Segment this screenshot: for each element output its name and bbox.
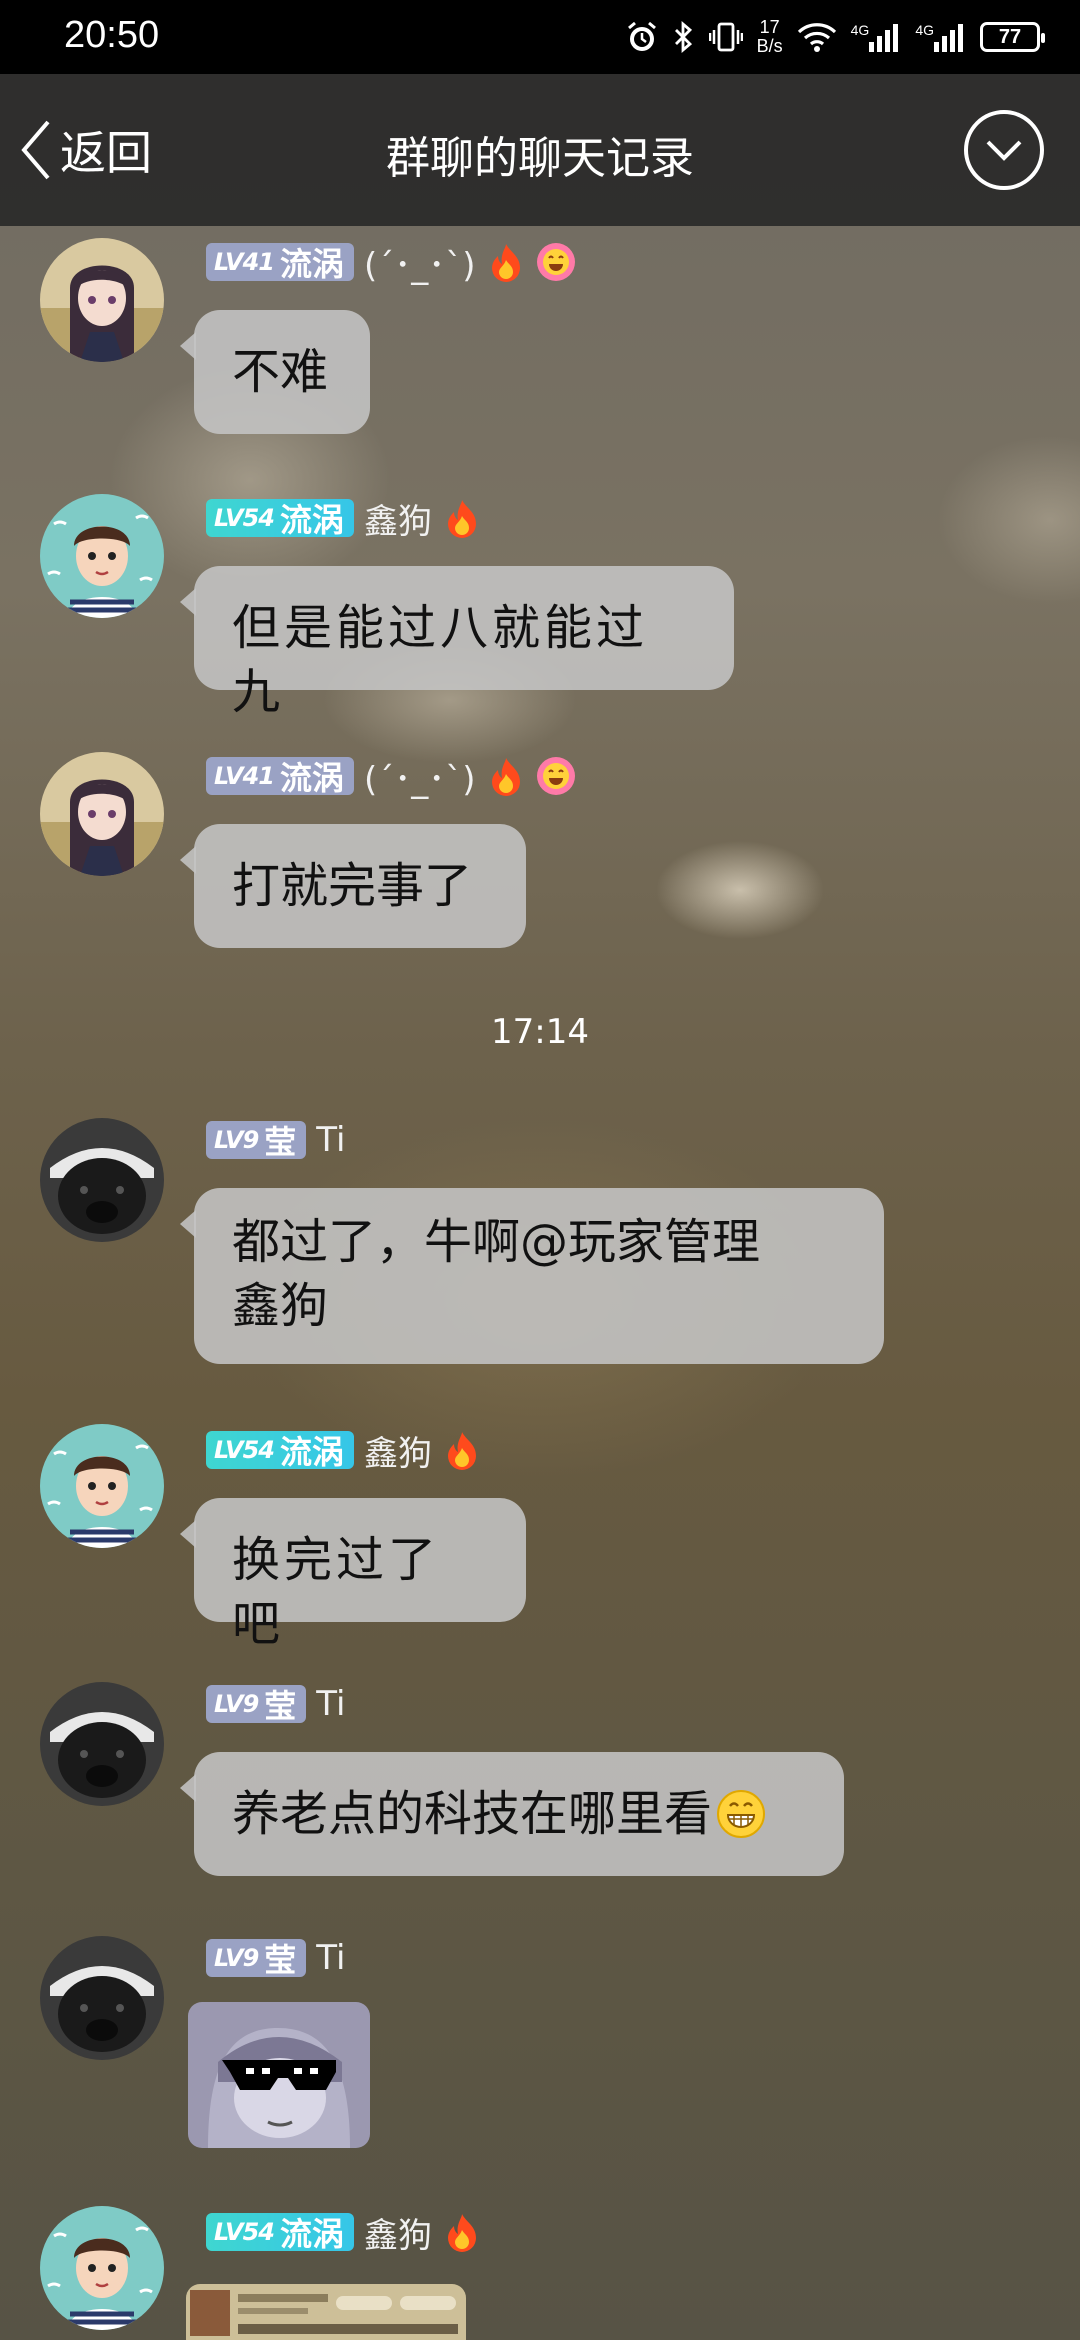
- avatar-honey-badger[interactable]: [40, 1118, 164, 1242]
- signal-bars-icon: [869, 24, 899, 52]
- smiley-badge-icon: [536, 243, 575, 281]
- battery-indicator: 77: [980, 22, 1045, 52]
- avatar-honey-badger[interactable]: [40, 1682, 164, 1806]
- avatar-cartoon-boy[interactable]: [40, 494, 164, 618]
- message-bubble[interactable]: 打就完事了: [180, 824, 526, 948]
- level-number: LV41: [214, 248, 275, 276]
- message-bubble[interactable]: 养老点的科技在哪里看: [180, 1752, 844, 1876]
- sender-nickname: 鑫狗: [363, 2215, 432, 2256]
- net-speed-unit: B/s: [756, 36, 783, 56]
- avatar-anime-girl[interactable]: [40, 238, 164, 362]
- level-badge: LV41 流涡: [206, 243, 354, 283]
- level-badge: LV9 莹: [206, 1121, 307, 1161]
- sender-meta: LV9 莹 Ti: [206, 1936, 345, 1980]
- level-number: LV54: [214, 504, 275, 532]
- member-title: 流涡: [279, 2215, 344, 2253]
- time-divider: 17:14: [491, 1012, 589, 1052]
- signal-1-label: 4G: [850, 22, 870, 38]
- sender-nickname: 鑫狗: [363, 1433, 432, 1474]
- avatar-cartoon-boy[interactable]: [40, 2206, 164, 2330]
- level-badge: LV41 流涡: [206, 757, 354, 797]
- status-time: 20:50: [64, 14, 160, 56]
- level-badge: LV54 流涡: [206, 499, 354, 539]
- member-title: 流涡: [279, 759, 344, 797]
- wifi-icon: [797, 23, 836, 52]
- sender-meta: LV41 流涡 (´･_･`): [206, 240, 576, 286]
- sender-meta: LV54 流涡 鑫狗: [206, 2210, 482, 2256]
- avatar-cartoon-boy[interactable]: [40, 1424, 164, 1548]
- message-bubble[interactable]: 都过了，牛啊@玩家管理 鑫狗: [180, 1188, 884, 1364]
- level-badge: LV9 莹: [206, 1939, 307, 1979]
- sticker-image[interactable]: [188, 2002, 370, 2148]
- level-number: LV54: [214, 1436, 275, 1464]
- sender-nickname: Ti: [316, 1684, 346, 1724]
- net-speed: 17 B/s: [757, 18, 783, 56]
- member-title: 莹: [264, 1687, 297, 1725]
- level-number: LV9: [214, 1944, 259, 1972]
- signal-2: 4G: [915, 22, 966, 52]
- message-text-line: 都过了，牛啊@玩家管理: [232, 1214, 761, 1270]
- grinning-emoji-icon: [717, 1790, 766, 1838]
- sender-nickname: 鑫狗: [363, 501, 432, 542]
- chevron-down-icon: [986, 140, 1022, 161]
- signal-1: 4G: [851, 22, 902, 52]
- chat-header: 返回 群聊的聊天记录: [0, 74, 1080, 226]
- level-badge: LV54 流涡: [206, 2213, 354, 2253]
- fire-icon: [447, 1432, 476, 1470]
- fire-icon: [491, 244, 520, 282]
- sender-nickname: (´･_･`): [363, 245, 476, 286]
- avatar-honey-badger[interactable]: [40, 1936, 164, 2060]
- net-speed-value: 17: [759, 17, 780, 37]
- status-bar: 20:50 17 B/s 4G 4G 77: [0, 0, 1080, 74]
- page-title: 群聊的聊天记录: [386, 133, 694, 184]
- sender-nickname: Ti: [316, 1938, 346, 1978]
- fire-icon: [447, 2214, 476, 2252]
- level-number: LV41: [214, 762, 275, 790]
- sender-meta: LV9 莹 Ti: [206, 1118, 345, 1162]
- alarm-icon: [627, 21, 656, 51]
- fire-icon: [491, 758, 520, 796]
- level-badge: LV9 莹: [206, 1685, 307, 1725]
- status-icons: 17 B/s 4G 4G 77: [625, 14, 1045, 60]
- signal-2-label: 4G: [915, 22, 934, 38]
- level-badge: LV54 流涡: [206, 1431, 354, 1471]
- avatar-anime-girl[interactable]: [40, 752, 164, 876]
- level-number: LV54: [214, 2218, 275, 2246]
- vibrate-icon: [708, 22, 743, 52]
- sender-meta: LV54 流涡 鑫狗: [206, 1428, 482, 1474]
- smiley-badge-icon: [536, 757, 575, 795]
- member-title: 流涡: [279, 1433, 344, 1471]
- fire-icon: [447, 500, 476, 538]
- message-bubble[interactable]: 但是能过八就能过九: [180, 566, 734, 720]
- menu-dropdown-button[interactable]: [964, 110, 1044, 190]
- sender-meta: LV9 莹 Ti: [206, 1682, 345, 1726]
- sender-nickname: (´･_･`): [363, 759, 476, 800]
- member-title: 流涡: [279, 501, 344, 539]
- signal-bars-icon: [934, 24, 963, 52]
- message-text-line: 鑫狗: [232, 1278, 329, 1334]
- sender-meta: LV54 流涡 鑫狗: [206, 496, 482, 542]
- sender-meta: LV41 流涡 (´･_･`): [206, 754, 576, 800]
- member-title: 莹: [264, 1123, 297, 1161]
- level-number: LV9: [214, 1690, 259, 1718]
- sender-nickname: Ti: [316, 1120, 346, 1160]
- bluetooth-icon: [674, 20, 692, 54]
- message-bubble[interactable]: 换完过了吧: [180, 1498, 526, 1652]
- member-title: 莹: [264, 1941, 297, 1979]
- message-text: 养老点的科技在哪里看: [232, 1786, 713, 1842]
- screenshot-image[interactable]: [186, 2284, 466, 2340]
- message-bubble[interactable]: 不难: [180, 310, 370, 434]
- member-title: 流涡: [279, 245, 344, 283]
- level-number: LV9: [214, 1126, 259, 1154]
